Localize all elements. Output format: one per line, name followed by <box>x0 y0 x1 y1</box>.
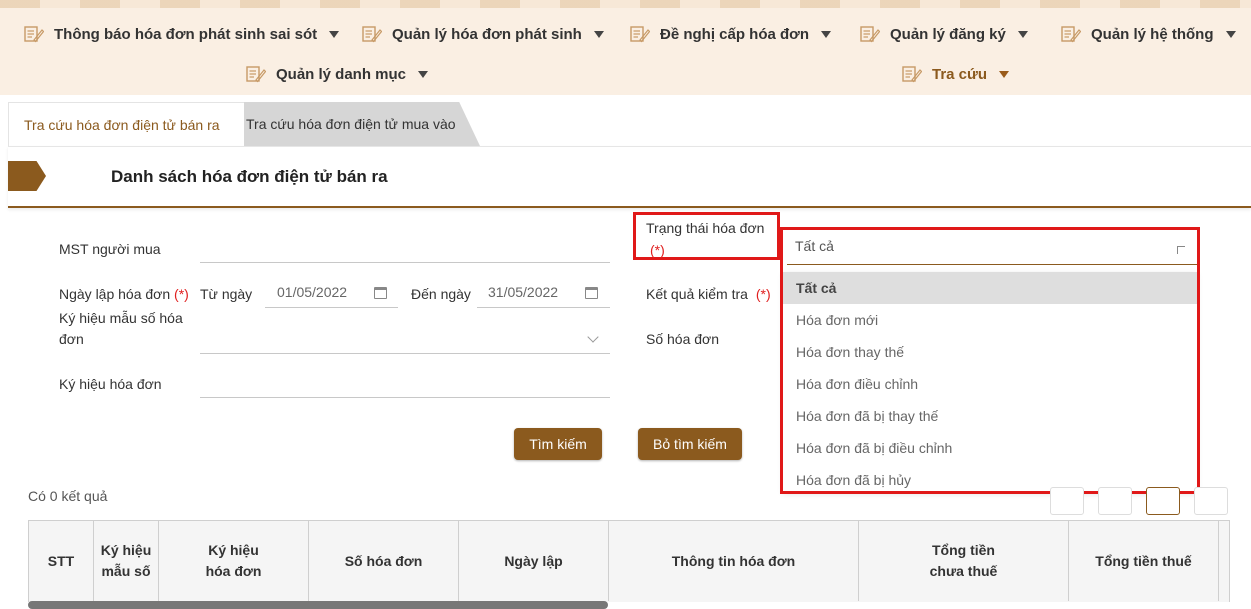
col-header-text: Tổng tiền <box>932 542 995 558</box>
nav-item[interactable]: Quản lý hệ thống <box>1061 22 1236 46</box>
check-result-label-text: Kết quả kiểm tra <box>646 286 748 302</box>
export-icon[interactable] <box>1146 487 1180 515</box>
tab-purchase-invoices[interactable]: Tra cứu hóa đơn điện tử mua vào <box>220 102 480 146</box>
col-header-text: chưa thuế <box>929 563 998 579</box>
invoice-symbol-label: Ký hiệu hóa đơn <box>59 376 162 392</box>
nav-item-label: Thông báo hóa đơn phát sinh sai sót <box>54 25 318 43</box>
template-symbol-label-2: đơn <box>59 331 84 347</box>
section-flag-icon <box>8 161 46 191</box>
page-title: Danh sách hóa đơn điện tử bán ra <box>111 167 388 186</box>
check-required-mark: (*) <box>755 286 771 302</box>
col-header-text: Thông tin hóa đơn <box>671 552 796 569</box>
caret-down-icon <box>329 30 340 38</box>
header-decoration <box>0 0 1251 8</box>
edit-document-icon <box>362 26 382 43</box>
pager-button[interactable] <box>1050 487 1084 515</box>
template-symbol-select[interactable] <box>200 332 610 354</box>
invoice-status-label: Trạng thái hóa đơn <box>646 220 765 236</box>
to-date-value: 31/05/2022 <box>488 284 559 300</box>
nav-item-label: Tra cứu <box>932 65 988 83</box>
clear-search-button[interactable]: Bỏ tìm kiếm <box>638 428 742 460</box>
col-header-tax: Tổng tiền thuế <box>1069 521 1219 601</box>
col-header-symbol: Ký hiệu hóa đơn <box>159 521 309 601</box>
nav-item[interactable]: Thông báo hóa đơn phát sinh sai sót <box>24 22 340 46</box>
edit-document-icon <box>246 66 266 83</box>
edit-document-icon <box>630 26 650 43</box>
col-header-text: Ngày lập <box>504 552 563 569</box>
caret-down-icon <box>418 70 429 78</box>
to-date-label: Đến ngày <box>411 286 471 302</box>
nav-item[interactable]: Quản lý hóa đơn phát sinh <box>362 22 604 46</box>
caret-down-icon <box>821 30 832 38</box>
edit-document-icon <box>1061 26 1081 43</box>
nav-item-label: Quản lý hóa đơn phát sinh <box>392 25 582 43</box>
col-header-stt: STT <box>29 521 94 601</box>
to-calendar-icon[interactable] <box>585 287 598 299</box>
horizontal-scrollbar[interactable] <box>28 601 608 609</box>
invoice-date-label-text: Ngày lập hóa đơn <box>59 286 171 302</box>
from-date-label: Từ ngày <box>200 286 253 302</box>
buyer-tax-code-label: MST người mua <box>59 241 161 257</box>
invoice-date-label: Ngày lập hóa đơn (*) <box>59 284 189 304</box>
invoice-symbol-input[interactable] <box>200 376 610 398</box>
caret-down-icon <box>1225 30 1236 38</box>
pager-button[interactable] <box>1098 487 1132 515</box>
col-header-text: Ký hiệu <box>208 542 259 558</box>
nav-item-label: Quản lý đăng ký <box>890 25 1006 43</box>
edit-document-icon <box>902 66 922 83</box>
nav-item[interactable]: Quản lý danh mục <box>246 62 429 86</box>
caret-down-icon <box>593 30 604 38</box>
tab-bar: Tra cứu hóa đơn điện tử mua vào Tra cứu … <box>8 102 1251 146</box>
nav-item[interactable]: Quản lý đăng ký <box>860 22 1028 46</box>
status-required-mark: (*) <box>650 242 665 258</box>
col-header-number: Số hóa đơn <box>309 521 459 601</box>
col-header-text: mẫu số <box>101 563 151 579</box>
caret-down-icon <box>1017 30 1028 38</box>
col-header-text: STT <box>47 552 75 569</box>
col-header-date: Ngày lập <box>459 521 609 601</box>
result-count: Có 0 kết quả <box>28 488 108 504</box>
col-header-info: Thông tin hóa đơn <box>609 521 859 601</box>
nav-item-label: Quản lý hệ thống <box>1091 25 1214 43</box>
nav-item[interactable]: Tra cứu <box>902 62 1010 86</box>
invoice-number-label: Số hóa đơn <box>646 331 720 347</box>
col-header-text: Ký hiệu <box>100 542 152 558</box>
results-table: STT Ký hiệu mẫu số Ký hiệu hóa đơn Số hó… <box>28 520 1230 602</box>
edit-document-icon <box>24 26 44 43</box>
section-header: Danh sách hóa đơn điện tử bán ra <box>8 146 1251 208</box>
col-header-text: Tổng tiền thuế <box>1095 552 1192 569</box>
mail-icon[interactable] <box>1194 487 1228 515</box>
check-result-label: Kết quả kiểm tra (*) <box>646 284 771 304</box>
col-header-template: Ký hiệu mẫu số <box>94 521 159 601</box>
caret-down-icon <box>999 70 1010 78</box>
from-date-value: 01/05/2022 <box>277 284 348 300</box>
buyer-tax-code-input[interactable] <box>200 241 610 263</box>
search-button[interactable]: Tìm kiếm <box>514 428 602 460</box>
col-header-pretax: Tổng tiền chưa thuế <box>859 521 1069 601</box>
top-navigation: Thông báo hóa đơn phát sinh sai sót Quản … <box>0 0 1251 95</box>
required-mark: (*) <box>174 286 189 302</box>
col-header-text: Số hóa đơn <box>344 552 423 569</box>
col-header-text: hóa đơn <box>205 563 262 579</box>
nav-item[interactable]: Đề nghị cấp hóa đơn <box>630 22 832 46</box>
dropdown-highlight <box>780 227 1200 494</box>
nav-item-label: Đề nghị cấp hóa đơn <box>660 25 810 43</box>
nav-item-label: Quản lý danh mục <box>276 65 407 83</box>
edit-document-icon <box>860 26 880 43</box>
from-calendar-icon[interactable] <box>374 287 387 299</box>
template-symbol-label: Ký hiệu mẫu số hóa <box>59 310 183 326</box>
tab-sales-invoices[interactable]: Tra cứu hóa đơn điện tử bán ra <box>8 102 244 146</box>
